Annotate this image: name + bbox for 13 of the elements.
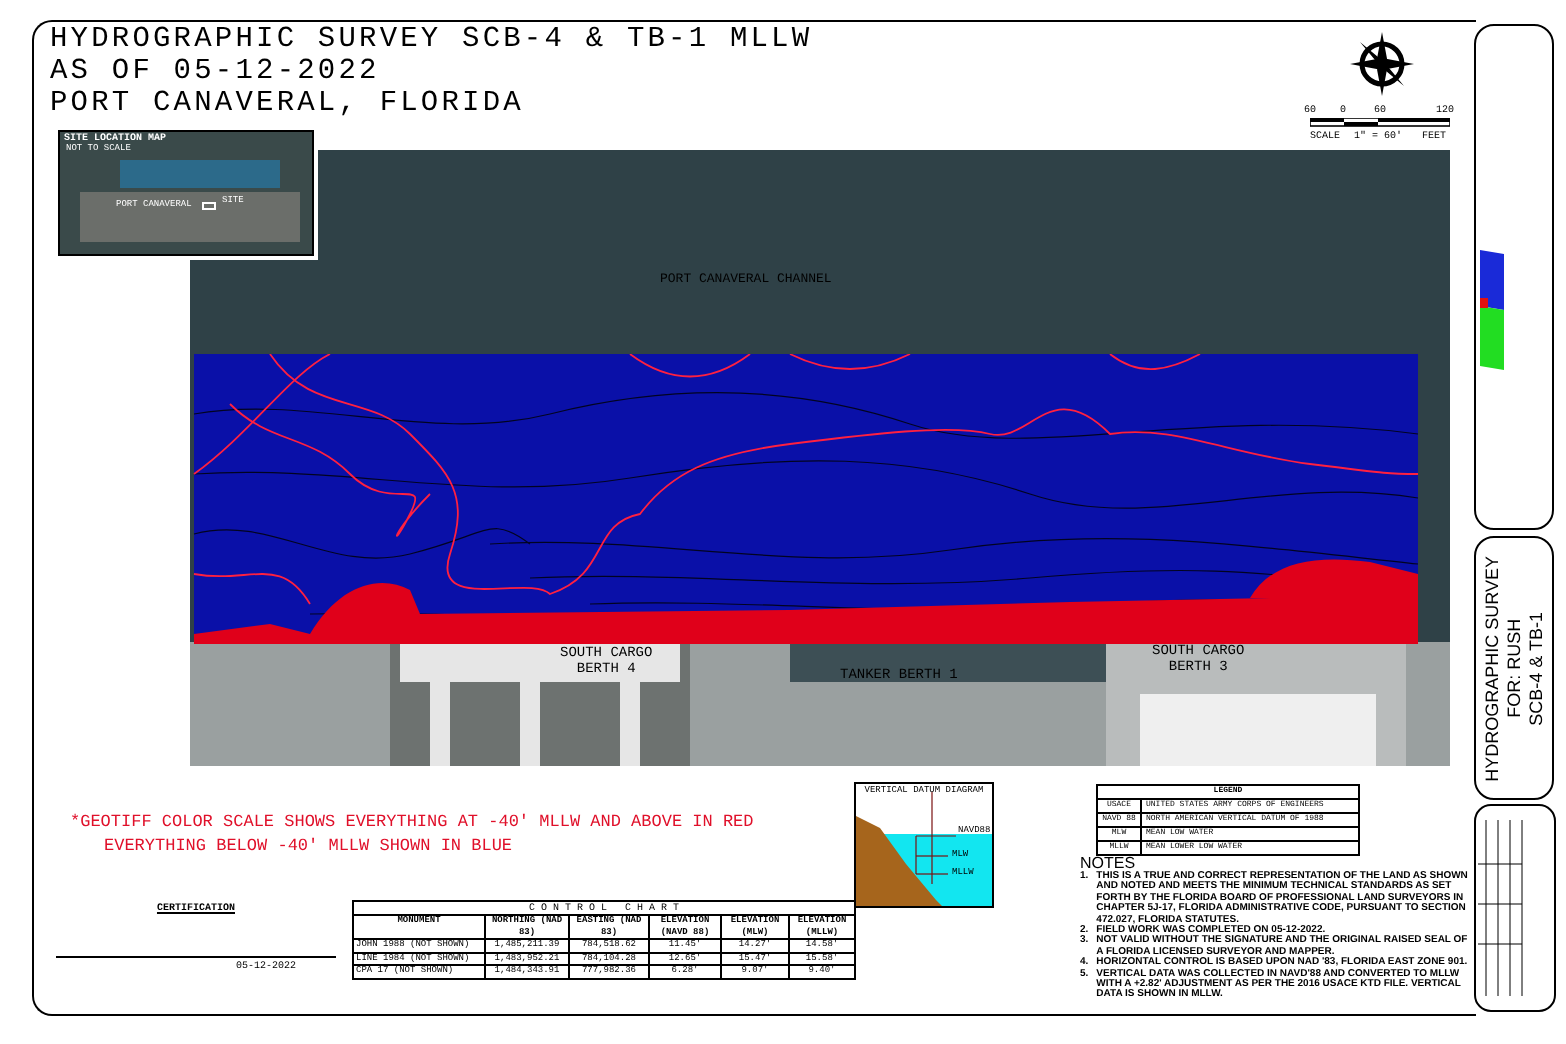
title-block-line: FOR: RUSH — [1503, 618, 1525, 718]
title-line: PORT CANAVERAL, FLORIDA — [50, 88, 526, 120]
title-line: AS OF 05-12-2022 — [50, 56, 382, 88]
company-logo-icon — [1478, 250, 1506, 370]
site-marker-icon — [202, 202, 216, 210]
scale-bar-icon — [1310, 118, 1450, 128]
notes-title: NOTES — [1080, 854, 1136, 872]
geotiff-note-line: *GEOTIFF COLOR SCALE SHOWS EVERYTHING AT -40' MLLW AND ABOVE IN RED — [70, 810, 754, 834]
title-block-line: HYDROGRAPHIC SURVEY — [1481, 555, 1503, 781]
geotiff-note-line: EVERYTHING BELOW -40' MLLW SHOWN IN BLUE — [102, 834, 515, 858]
title-block-line: SCB-4 & TB-1 — [1525, 611, 1547, 725]
title-line: HYDROGRAPHIC SURVEY SCB-4 & TB-1 MLLW — [50, 24, 813, 56]
compass-rose-icon — [1348, 30, 1416, 98]
